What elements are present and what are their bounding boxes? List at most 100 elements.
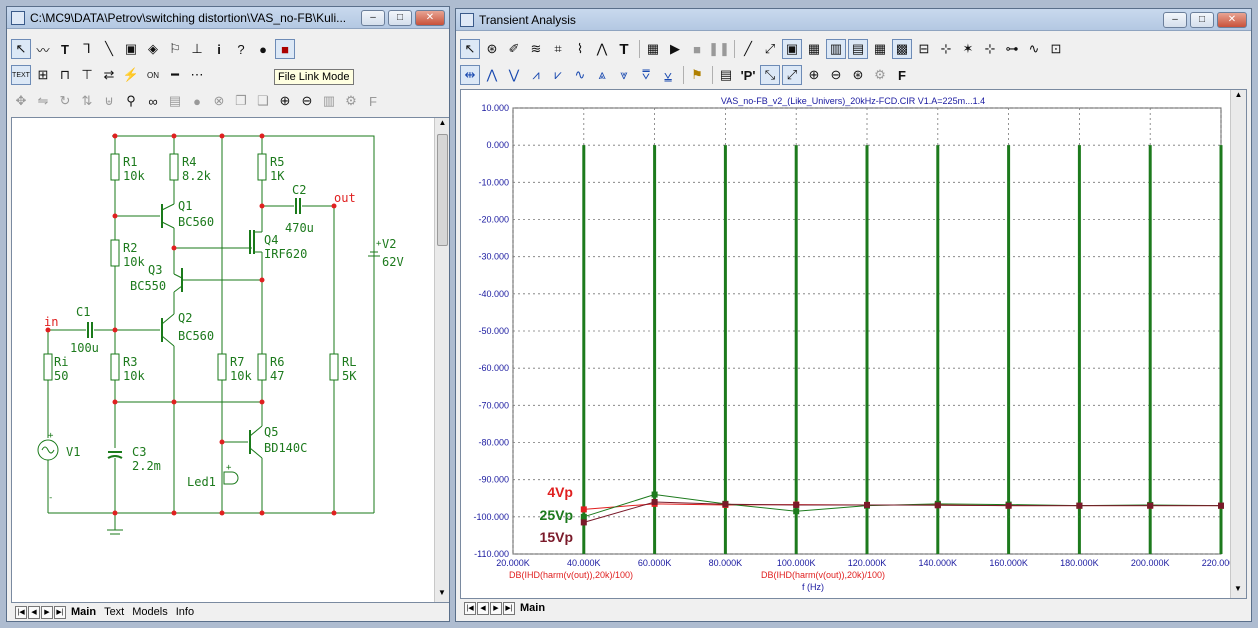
point-icon[interactable]: ✶ — [958, 39, 978, 59]
move-icon[interactable]: ✥ — [11, 91, 31, 111]
grid-tool-icon[interactable]: ⊤ — [77, 65, 97, 85]
tab-main[interactable]: Main — [516, 602, 549, 614]
rotate-icon[interactable]: ↻ — [55, 91, 75, 111]
settings-icon[interactable]: ⚙ — [341, 91, 361, 111]
swap-icon[interactable]: ⇄ — [99, 65, 119, 85]
zoom-out-icon[interactable]: ⊖ — [297, 91, 317, 111]
close-button[interactable]: ✕ — [1217, 11, 1247, 28]
next-valley-icon[interactable]: ⋁ — [504, 65, 524, 85]
schematic-vscroll[interactable]: ▲ ▼ — [434, 118, 449, 602]
grid-icon[interactable]: ▦ — [804, 39, 824, 59]
schematic-vscroll-thumb[interactable] — [437, 134, 448, 246]
plot-area[interactable]: VAS_no-FB_v2_(Like_Univers)_20kHz-FCD.CI… — [460, 89, 1247, 599]
tab-main[interactable]: Main — [67, 606, 100, 618]
schematic-titlebar[interactable]: C:\MC9\DATA\Petrov\switching distortion\… — [7, 7, 449, 29]
settings-icon[interactable]: ⚙ — [870, 65, 890, 85]
stop-icon[interactable]: ■ — [687, 39, 707, 59]
slope-icon[interactable]: ⌇ — [570, 39, 590, 59]
zoom-in-icon[interactable]: ⊕ — [275, 91, 295, 111]
nav-next-icon[interactable]: ▶ — [41, 605, 53, 619]
square-icon[interactable]: ▣ — [782, 39, 802, 59]
tab-models[interactable]: Models — [128, 606, 171, 618]
wire-icon[interactable]: ⅂ — [77, 39, 97, 59]
print-icon[interactable]: ▥ — [319, 91, 339, 111]
nav-first-icon[interactable]: |◀ — [15, 605, 27, 619]
schematic-canvas[interactable]: R1 10k R4 8.2k R5 1K C2 470u Q1 BC560 Q4… — [11, 117, 449, 603]
text-toggle-icon[interactable]: TEXT — [11, 65, 31, 85]
minimize-button[interactable]: – — [361, 9, 385, 26]
close-button[interactable]: ✕ — [415, 9, 445, 26]
tag-icon[interactable]: ⌗ — [548, 39, 568, 59]
nav-prev-icon[interactable]: ◀ — [477, 601, 489, 615]
nav-prev-icon[interactable]: ◀ — [28, 605, 40, 619]
scroll-down-icon[interactable]: ▼ — [1231, 584, 1245, 598]
find-icon[interactable]: ⚲ — [121, 91, 141, 111]
line-icon[interactable]: ╲ — [99, 39, 119, 59]
nav-last-icon[interactable]: ▶| — [54, 605, 66, 619]
cancel-icon[interactable]: ⊗ — [209, 91, 229, 111]
zoom-out-icon[interactable]: ⊖ — [826, 65, 846, 85]
info-icon[interactable]: ▣ — [121, 39, 141, 59]
low-icon[interactable]: ⩗ — [548, 65, 568, 85]
inflection-icon[interactable]: ∿ — [570, 65, 590, 85]
baseline-icon[interactable]: ⊟ — [914, 39, 934, 59]
component-icon[interactable]: ◈ — [143, 39, 163, 59]
pin-icon[interactable]: ⊥ — [187, 39, 207, 59]
minor-grid-icon[interactable]: ▦ — [870, 39, 890, 59]
pin-connect-icon[interactable]: ⊓ — [55, 65, 75, 85]
zoom-in-icon[interactable]: ⊕ — [804, 65, 824, 85]
curve-icon[interactable]: ∿ — [1024, 39, 1044, 59]
file-link-icon[interactable]: ■ — [275, 39, 295, 59]
scale-icon[interactable]: ⊛ — [482, 39, 502, 59]
copy-icon[interactable]: ❐ — [231, 91, 251, 111]
text-icon[interactable]: T — [614, 39, 634, 59]
p-tool-icon[interactable]: 'P' — [738, 65, 758, 85]
tag-mode-icon[interactable]: ⚑ — [687, 65, 707, 85]
run-icon[interactable]: ▶ — [665, 39, 685, 59]
paste-icon[interactable]: ❑ — [253, 91, 273, 111]
properties-icon[interactable]: ▦ — [643, 39, 663, 59]
flag-icon[interactable]: ⚐ — [165, 39, 185, 59]
global-low-icon[interactable]: ⩔ — [614, 65, 634, 85]
high-icon[interactable]: ⩘ — [526, 65, 546, 85]
maximize-button[interactable]: □ — [1190, 11, 1214, 28]
pause-icon[interactable]: ❚❚ — [708, 39, 730, 59]
top-icon[interactable]: ⩢ — [636, 65, 656, 85]
global-high-icon[interactable]: ⩓ — [592, 65, 612, 85]
tab-text[interactable]: Text — [100, 606, 128, 618]
wave-icon[interactable]: ≋ — [526, 39, 546, 59]
text-mode-icon[interactable]: T — [55, 39, 75, 59]
tokens-icon[interactable]: ⊶ — [1002, 39, 1022, 59]
mirror-icon[interactable]: ⇋ — [33, 91, 53, 111]
on-icon[interactable]: ON — [143, 65, 163, 85]
nav-first-icon[interactable]: |◀ — [464, 601, 476, 615]
info-i-icon[interactable]: i — [209, 39, 229, 59]
help-icon[interactable]: ? — [231, 39, 251, 59]
font-icon[interactable]: F — [363, 91, 383, 111]
nav-next-icon[interactable]: ▶ — [490, 601, 502, 615]
minimize-button[interactable]: – — [1163, 11, 1187, 28]
font-icon[interactable]: F — [892, 65, 912, 85]
wire-mode-icon[interactable]: 〰 — [33, 39, 53, 59]
zoom-fit-icon[interactable]: ⊛ — [848, 65, 868, 85]
select-icon[interactable]: ↖ — [460, 39, 480, 59]
scroll-down-icon[interactable]: ▼ — [435, 588, 449, 602]
scale-y-icon[interactable]: ⤢ — [782, 65, 802, 85]
stop-icon[interactable]: ● — [187, 91, 207, 111]
scale-x-icon[interactable]: ⤡ — [760, 65, 780, 85]
nav-last-icon[interactable]: ▶| — [503, 601, 515, 615]
peak-icon[interactable]: ⋀ — [592, 39, 612, 59]
probe-icon[interactable]: ⚡ — [121, 65, 141, 85]
grid-icon[interactable]: ⋯ — [187, 65, 207, 85]
data-point-icon[interactable]: ⊹ — [980, 39, 1000, 59]
select-mode-icon[interactable]: ↖ — [11, 39, 31, 59]
plot-vscroll[interactable]: ▲ ▼ — [1230, 90, 1246, 598]
scroll-up-icon[interactable]: ▲ — [435, 118, 449, 132]
wire-edit-icon[interactable]: ⊎ — [99, 91, 119, 111]
export-icon[interactable]: ⊡ — [1046, 39, 1066, 59]
draw-icon[interactable]: ✐ — [504, 39, 524, 59]
connect-icon[interactable]: ━ — [165, 65, 185, 85]
properties-icon[interactable]: ▤ — [165, 91, 185, 111]
axes-icon[interactable]: ▩ — [892, 39, 912, 59]
node-icon[interactable]: ⊞ — [33, 65, 53, 85]
